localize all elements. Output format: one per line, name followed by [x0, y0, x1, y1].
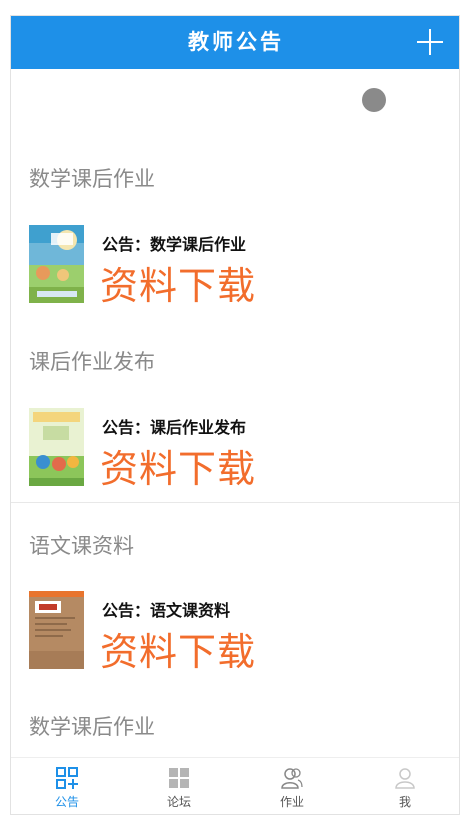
bottom-tab-bar: 公告 论坛 作业 我: [11, 757, 459, 814]
download-link[interactable]: 资料下载: [100, 438, 256, 493]
tab-forum[interactable]: 论坛: [123, 758, 235, 814]
announcement-item[interactable]: 公告：语文课资料 资料下载: [29, 591, 449, 674]
add-announcement-button[interactable]: [417, 29, 443, 55]
tab-me[interactable]: 我: [349, 758, 459, 814]
section-title: 课后作业发布: [29, 350, 155, 374]
download-link[interactable]: 资料下载: [100, 621, 256, 676]
app-header: 教师公告: [11, 16, 459, 69]
download-link[interactable]: 资料下载: [100, 255, 256, 310]
tab-homework[interactable]: 作业: [236, 758, 348, 814]
ethics-book-cover: [29, 408, 84, 486]
announcement-item[interactable]: 公告：课后作业发布 资料下载: [29, 408, 449, 491]
section-title: 数学课后作业: [29, 167, 155, 191]
announcement-label: 公告：课后作业发布: [102, 418, 247, 437]
tab-label: 论坛: [166, 795, 191, 809]
users-icon: [281, 768, 303, 789]
math-book-cover: [29, 225, 84, 303]
tab-label: 我: [398, 795, 411, 809]
announcement-label: 公告：语文课资料: [102, 601, 231, 620]
section-title: 数学课后作业: [29, 715, 155, 739]
notice-grid-icon: [56, 767, 78, 789]
forum-grid-icon: [169, 768, 189, 788]
announcement-label: 公告：数学课后作业: [102, 235, 247, 254]
tab-label: 作业: [279, 795, 304, 809]
person-icon: [395, 768, 415, 789]
section-title: 语文课资料: [29, 534, 134, 558]
announcement-feed[interactable]: 数学课后作业 公告：数学课后作业 资料下载 课后作业发布 公告：课后作业发布 资…: [11, 69, 459, 759]
tab-notice[interactable]: 公告: [11, 758, 123, 814]
section-divider: [11, 502, 459, 503]
announcement-item[interactable]: 公告：数学课后作业 资料下载: [29, 225, 449, 308]
page-title: 教师公告: [188, 30, 284, 54]
phone-screen: 教师公告 数学课后作业 公告：数学课后作业 资料下载 课后作业发布 公告：课后作…: [10, 15, 460, 815]
chinese-book-cover: [29, 591, 84, 669]
tab-label: 公告: [54, 795, 79, 809]
